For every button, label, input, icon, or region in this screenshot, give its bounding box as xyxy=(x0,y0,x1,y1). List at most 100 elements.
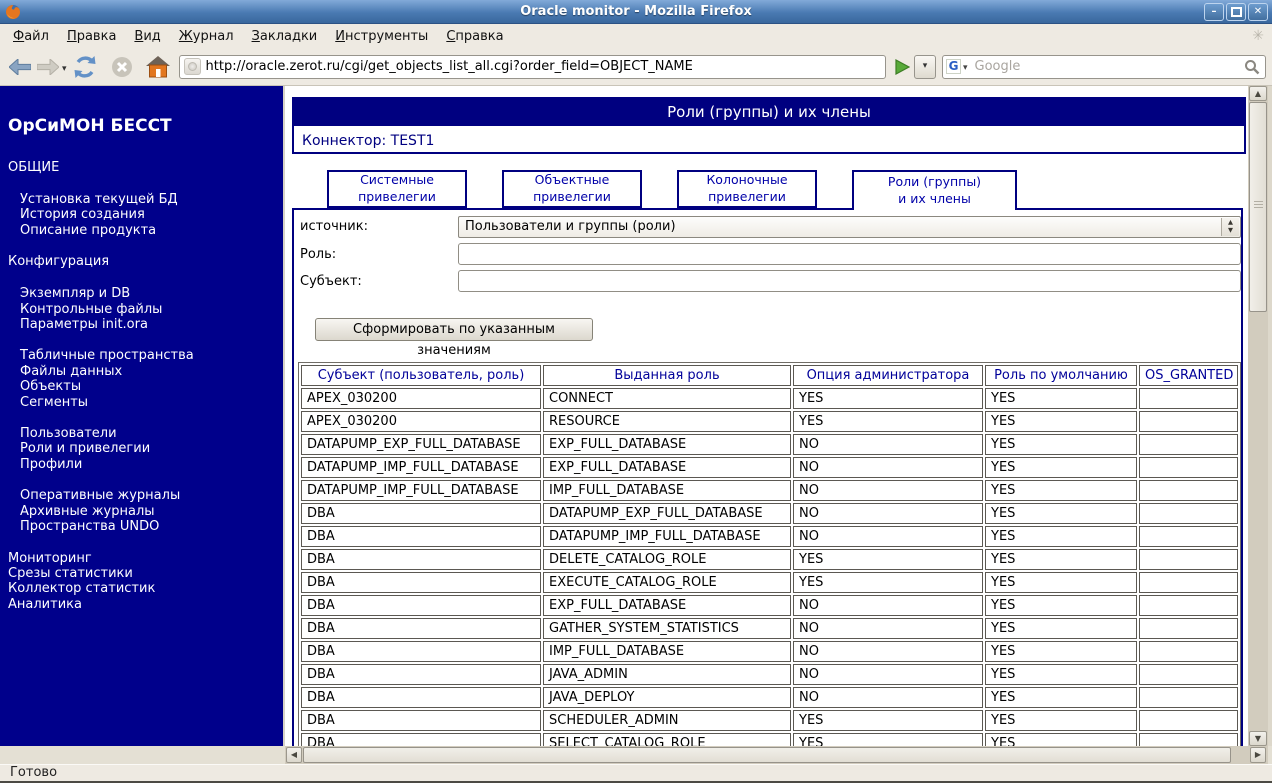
minimize-button[interactable]: – xyxy=(1204,3,1224,21)
menu-bar-items: Файл Правка Вид Журнал Закладки Инструменты Сп… xyxy=(4,26,513,47)
table-cell xyxy=(1139,687,1238,708)
scroll-down-button[interactable]: ▼ xyxy=(1249,731,1267,746)
sidebar-item[interactable]: Установка текущей БД xyxy=(20,192,283,207)
table-cell: YES xyxy=(985,457,1137,478)
menu-item[interactable]: Журнал xyxy=(170,26,243,47)
sidebar-item[interactable]: Пользователи xyxy=(20,426,283,441)
sidebar-link-group: Пользователи Роли и привелегии Профили xyxy=(8,426,283,472)
scroll-left-button[interactable]: ◀ xyxy=(286,747,302,763)
submit-button[interactable]: Сформировать по указанным значениям xyxy=(315,318,593,358)
reload-icon xyxy=(74,55,96,78)
stop-button[interactable] xyxy=(107,52,137,82)
sidebar-item[interactable]: Контрольные файлы xyxy=(20,302,283,317)
search-magnifier-icon[interactable] xyxy=(1244,59,1260,75)
roles-table-head: Субъект (пользователь, роль) Выданная рол… xyxy=(301,365,1238,386)
table-cell xyxy=(1139,526,1238,547)
table-header-cell: OS_GRANTED xyxy=(1139,365,1238,386)
role-input[interactable] xyxy=(458,243,1241,265)
table-cell: EXECUTE_CATALOG_ROLE xyxy=(543,572,791,593)
menu-item[interactable]: Закладки xyxy=(243,26,327,47)
menu-item[interactable]: Вид xyxy=(125,26,169,47)
menu-item[interactable]: Файл xyxy=(4,26,58,47)
tab[interactable]: Объектные привелегии xyxy=(502,170,642,208)
select-spinner-icon[interactable]: ▲ ▼ xyxy=(1221,218,1239,236)
table-header-cell: Выданная роль xyxy=(543,365,791,386)
sidebar-item[interactable]: Пространства UNDO xyxy=(20,519,283,534)
forward-button[interactable] xyxy=(34,52,62,82)
tab-panel: источник: Роль: Субъект: Пользователи и … xyxy=(292,208,1243,746)
table-cell: GATHER_SYSTEM_STATISTICS xyxy=(543,618,791,639)
sidebar-item[interactable]: Срезы статистики xyxy=(8,566,283,581)
table-cell: JAVA_DEPLOY xyxy=(543,687,791,708)
url-bar[interactable]: http://oracle.zerot.ru/cgi/get_objects_l… xyxy=(178,54,886,79)
table-cell: NO xyxy=(793,434,983,455)
scroll-right-button[interactable]: ▶ xyxy=(1250,747,1266,763)
reload-button[interactable] xyxy=(69,52,101,82)
source-label: источник: xyxy=(300,219,368,234)
subject-label: Субъект: xyxy=(300,274,362,289)
table-row: DBA JAVA_ADMIN NO YES xyxy=(301,664,1238,685)
sidebar-item[interactable]: Файлы данных xyxy=(20,364,283,379)
maximize-button[interactable] xyxy=(1226,3,1246,21)
table-cell: DBA xyxy=(301,595,541,616)
back-button[interactable] xyxy=(6,52,34,82)
table-cell xyxy=(1139,733,1238,746)
table-cell: YES xyxy=(985,664,1137,685)
table-cell: YES xyxy=(793,388,983,409)
sidebar-item[interactable]: Табличные пространства xyxy=(20,348,283,363)
sidebar-item[interactable]: История создания xyxy=(20,207,283,222)
url-text[interactable]: http://oracle.zerot.ru/cgi/get_objects_l… xyxy=(206,59,693,74)
sidebar-item[interactable]: Экземпляр и DB xyxy=(20,286,283,301)
sidebar-link-group: Табличные пространства Файлы данных Объект… xyxy=(8,348,283,410)
table-row: DBA JAVA_DEPLOY NO YES xyxy=(301,687,1238,708)
menu-item[interactable]: Справка xyxy=(437,26,512,47)
table-cell: YES xyxy=(985,388,1137,409)
sidebar-item[interactable]: Профили xyxy=(20,457,283,472)
vertical-scrollbar[interactable]: ▲ ▼ xyxy=(1248,86,1268,746)
sidebar-item[interactable]: Оперативные журналы xyxy=(20,488,283,503)
search-engine-caret-icon[interactable]: ▾ xyxy=(963,63,968,73)
sidebar-item[interactable]: Роли и привелегии xyxy=(20,441,283,456)
search-input[interactable]: Google xyxy=(975,59,1244,74)
tab-active[interactable]: Роли (группы) и их члены xyxy=(852,170,1017,210)
sidebar-item[interactable]: Мониторинг xyxy=(8,551,283,566)
sidebar-link-group: Установка текущей БД История создания Опис… xyxy=(8,192,283,238)
tab[interactable]: Колоночные привелегии xyxy=(677,170,817,208)
scroll-up-button[interactable]: ▲ xyxy=(1249,86,1267,101)
table-cell: SELECT_CATALOG_ROLE xyxy=(543,733,791,746)
table-cell: NO xyxy=(793,595,983,616)
table-cell: EXP_FULL_DATABASE xyxy=(543,457,791,478)
table-cell: DBA xyxy=(301,549,541,570)
menu-item[interactable]: Инструменты xyxy=(326,26,437,47)
url-dropdown-button[interactable]: ▾ xyxy=(914,54,936,79)
source-select[interactable]: Пользователи и группы (роли) ▲ ▼ xyxy=(458,216,1241,238)
sidebar-item[interactable]: Сегменты xyxy=(20,395,283,410)
close-button[interactable]: ✕ xyxy=(1248,3,1268,21)
sidebar-item[interactable]: Архивные журналы xyxy=(20,504,283,519)
sidebar-item[interactable]: Коллектор статистик xyxy=(8,581,283,596)
table-cell xyxy=(1139,710,1238,731)
table-cell: JAVA_ADMIN xyxy=(543,664,791,685)
vertical-scrollbar-thumb[interactable] xyxy=(1249,102,1267,312)
table-cell: YES xyxy=(793,549,983,570)
table-cell xyxy=(1139,388,1238,409)
table-cell xyxy=(1139,480,1238,501)
tab[interactable]: Системные привелегии xyxy=(327,170,467,208)
search-box[interactable]: G ▾ Google xyxy=(942,54,1266,79)
go-button[interactable] xyxy=(891,54,913,80)
page-favicon-icon xyxy=(183,58,201,75)
roles-table: Субъект (пользователь, роль) Выданная рол… xyxy=(298,362,1241,746)
table-header-cell: Опция администратора xyxy=(793,365,983,386)
table-cell: DBA xyxy=(301,503,541,524)
go-arrow-icon xyxy=(895,58,910,75)
horizontal-scrollbar-thumb[interactable] xyxy=(303,747,1231,763)
home-button[interactable] xyxy=(143,52,173,82)
sidebar-item[interactable]: Параметры init.ora xyxy=(20,317,283,332)
sidebar-item[interactable]: Аналитика xyxy=(8,597,283,612)
role-label: Роль: xyxy=(300,247,337,262)
window-title: Oracle monitor - Mozilla Firefox xyxy=(520,4,752,19)
sidebar-item[interactable]: Объекты xyxy=(20,379,283,394)
sidebar-item[interactable]: Описание продукта xyxy=(20,223,283,238)
menu-item[interactable]: Правка xyxy=(58,26,125,47)
subject-input[interactable] xyxy=(458,270,1241,292)
